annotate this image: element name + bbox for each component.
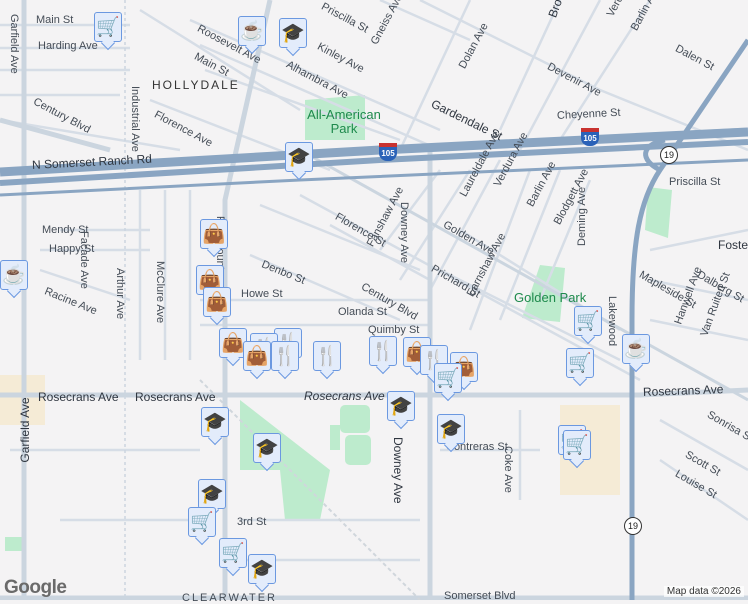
restaurant-marker[interactable]: 🍴 bbox=[369, 336, 397, 366]
street-label: Downey Ave bbox=[398, 202, 410, 263]
street-label: Rosecrans Ave bbox=[642, 382, 724, 399]
neighborhood-label: HOLLYDALE bbox=[152, 78, 240, 92]
street-label: Facade Ave bbox=[78, 231, 90, 289]
coffee-marker[interactable]: ☕ bbox=[622, 334, 650, 364]
coffee-marker[interactable]: ☕ bbox=[238, 16, 266, 46]
park-label-golden[interactable]: Golden Park bbox=[514, 291, 586, 305]
google-logo: Google bbox=[4, 577, 67, 598]
cart-marker[interactable]: 🛒 bbox=[434, 363, 462, 393]
street-label: McClure Ave bbox=[154, 261, 166, 324]
restaurant-marker[interactable]: 🍴 bbox=[271, 341, 299, 371]
streets bbox=[0, 0, 748, 562]
school-marker[interactable]: 🎓 bbox=[198, 479, 226, 509]
street-label: 3rd St bbox=[237, 516, 267, 528]
street-label: Arthur Ave bbox=[114, 268, 126, 320]
street-label: Priscilla St bbox=[669, 176, 721, 188]
restaurant-marker[interactable]: 🍴 bbox=[313, 341, 341, 371]
street-label: Deming Ave bbox=[576, 186, 588, 246]
street-label: Harding Ave bbox=[38, 40, 98, 52]
street-label: Olanda St bbox=[338, 306, 387, 318]
street-label: Downey Ave bbox=[391, 437, 405, 504]
school-marker[interactable]: 🎓 bbox=[437, 414, 465, 444]
street-label: Somerset Blvd bbox=[444, 590, 516, 602]
cart-marker[interactable]: 🛒 bbox=[566, 348, 594, 378]
school-marker[interactable]: 🎓 bbox=[285, 142, 313, 172]
street-label: Garfield Ave bbox=[8, 14, 20, 74]
street-label: Quimby St bbox=[368, 324, 420, 336]
school-marker[interactable]: 🎓 bbox=[279, 18, 307, 48]
street-label: Industrial Ave bbox=[129, 86, 141, 152]
cart-marker[interactable]: 🛒 bbox=[94, 12, 122, 42]
street-label: Howe St bbox=[241, 288, 283, 300]
bag-marker[interactable]: 👜 bbox=[243, 341, 271, 371]
bag-marker[interactable]: 👜 bbox=[203, 287, 231, 317]
street-label: Main St bbox=[36, 14, 74, 26]
street-label: Garfield Ave bbox=[18, 397, 32, 463]
school-marker[interactable]: 🎓 bbox=[248, 554, 276, 584]
state-route-19-shield: 19 bbox=[624, 517, 642, 535]
state-route-19-shield: 19 bbox=[660, 146, 678, 164]
school-marker[interactable]: 🎓 bbox=[387, 391, 415, 421]
interstate-105-shield: 105 bbox=[581, 128, 599, 146]
cart-marker[interactable]: 🛒 bbox=[219, 538, 247, 568]
cart-marker[interactable]: 🛒 bbox=[188, 507, 216, 537]
bag-marker[interactable]: 👜 bbox=[200, 219, 228, 249]
street-label: Rosecrans Ave bbox=[304, 389, 385, 403]
street-label: Coke Ave bbox=[502, 446, 514, 493]
interstate-105-shield: 105 bbox=[379, 143, 397, 161]
street-label: Rosecrans Ave bbox=[38, 390, 119, 404]
school-marker[interactable]: 🎓 bbox=[253, 433, 281, 463]
cart-marker[interactable]: 🛒 bbox=[563, 430, 591, 460]
park-label-all-american[interactable]: All-American Park bbox=[300, 108, 388, 136]
map-attribution[interactable]: Map data ©2026 bbox=[663, 586, 744, 597]
street-label: CLEARWATER bbox=[182, 592, 277, 604]
street-label: Foster bbox=[718, 238, 748, 252]
cart-marker[interactable]: 🛒 bbox=[574, 306, 602, 336]
street-label: Lakewood bbox=[606, 296, 618, 347]
lakewood-blvd bbox=[629, 38, 748, 600]
coffee-marker[interactable]: ☕ bbox=[0, 260, 28, 290]
school-marker[interactable]: 🎓 bbox=[201, 407, 229, 437]
street-label: Rosecrans Ave bbox=[135, 390, 216, 404]
